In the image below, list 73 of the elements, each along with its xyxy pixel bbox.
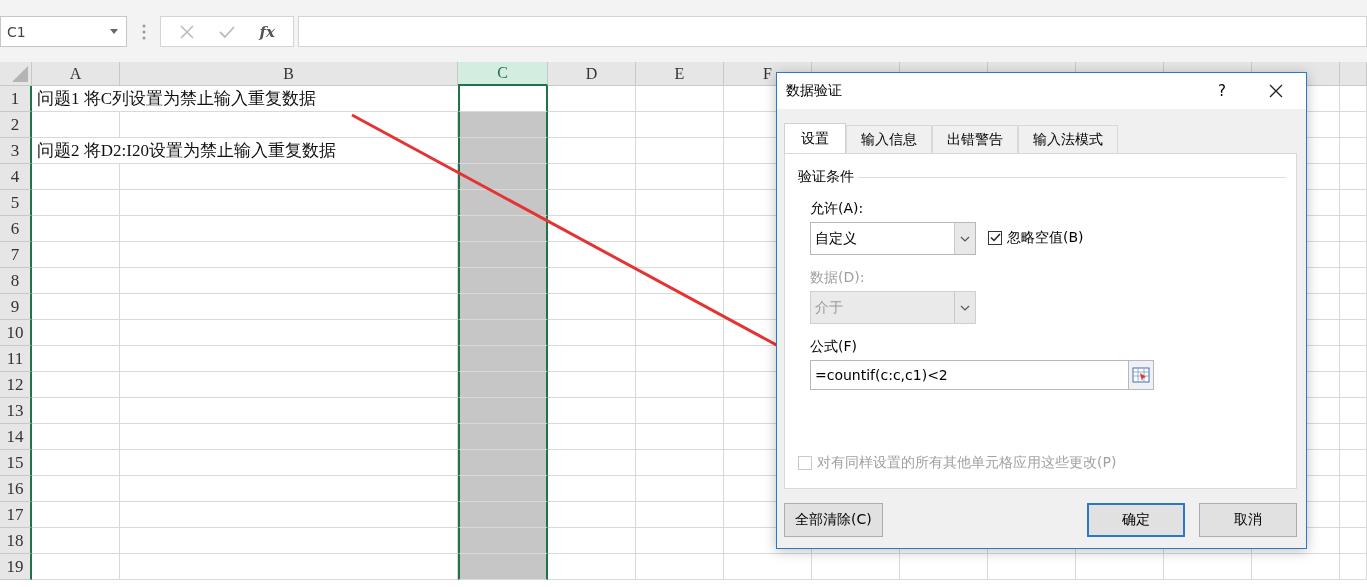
grip-icon <box>142 24 146 40</box>
range-picker-icon[interactable] <box>1132 366 1150 384</box>
row-header[interactable]: 9 <box>0 294 32 320</box>
dropdown[interactable]: 自定义 <box>810 222 976 255</box>
cell[interactable] <box>458 112 548 138</box>
select-all-icon[interactable] <box>12 66 28 82</box>
cell[interactable] <box>458 190 548 216</box>
tab[interactable]: 出错警告 <box>932 125 1018 153</box>
close-icon[interactable] <box>1269 84 1283 98</box>
row-header[interactable]: 11 <box>0 346 32 372</box>
help-button[interactable]: ? <box>1202 81 1242 101</box>
column-header[interactable]: E <box>636 62 724 86</box>
field-label: 允许(A): <box>810 200 865 218</box>
cell[interactable] <box>458 502 548 528</box>
column-header[interactable]: A <box>32 62 120 86</box>
row-header[interactable]: 3 <box>0 138 32 164</box>
row-header[interactable]: 4 <box>0 164 32 190</box>
cell[interactable] <box>458 424 548 450</box>
name-box[interactable]: C1 <box>0 16 127 47</box>
cell[interactable] <box>458 86 548 112</box>
dialog-button[interactable]: 确定 <box>1087 503 1185 537</box>
caret-icon <box>110 29 118 34</box>
section-title: 验证条件 <box>798 168 854 186</box>
row-header[interactable]: 15 <box>0 450 32 476</box>
cell[interactable] <box>458 242 548 268</box>
cell[interactable] <box>458 164 548 190</box>
tab[interactable]: 设置 <box>784 123 846 154</box>
insert-function-button[interactable]: fx <box>259 22 275 41</box>
row-header[interactable]: 12 <box>0 372 32 398</box>
formula-field[interactable]: =countif(c:c,c1)<2 <box>810 360 1128 390</box>
cell[interactable] <box>458 268 548 294</box>
cancel-icon[interactable] <box>179 23 196 40</box>
row-header[interactable]: 1 <box>0 86 32 112</box>
row-header[interactable]: 2 <box>0 112 32 138</box>
cell[interactable] <box>458 346 548 372</box>
row-header[interactable]: 16 <box>0 476 32 502</box>
dialog-button[interactable]: 取消 <box>1199 503 1297 537</box>
column-header[interactable]: C <box>458 62 548 86</box>
row-header[interactable]: 10 <box>0 320 32 346</box>
row-header[interactable]: 19 <box>0 554 32 580</box>
tab[interactable]: 输入法模式 <box>1018 125 1118 153</box>
cell[interactable] <box>458 294 548 320</box>
row-header[interactable]: 14 <box>0 424 32 450</box>
chevron-icon <box>960 304 970 311</box>
cell-text: 问题1 将C列设置为禁止输入重复数据 <box>32 86 458 112</box>
cell[interactable] <box>458 372 548 398</box>
check-icon <box>989 233 1001 242</box>
cell[interactable] <box>458 450 548 476</box>
cell[interactable] <box>458 476 548 502</box>
cell-text: 问题2 将D2:I20设置为禁止输入重复数据 <box>32 138 458 164</box>
row-header[interactable]: 5 <box>0 190 32 216</box>
formula-bar[interactable] <box>298 16 1367 47</box>
row-header[interactable]: 13 <box>0 398 32 424</box>
tab[interactable]: 输入信息 <box>846 125 932 153</box>
row-header[interactable]: 6 <box>0 216 32 242</box>
row-header[interactable]: 18 <box>0 528 32 554</box>
checkbox[interactable]: 忽略空值(B) <box>988 228 1084 247</box>
cell[interactable] <box>458 138 548 164</box>
chevron-icon <box>960 235 970 242</box>
field-label: 数据(D): <box>810 269 866 287</box>
cell[interactable] <box>458 398 548 424</box>
row-header[interactable]: 7 <box>0 242 32 268</box>
row-header[interactable]: 17 <box>0 502 32 528</box>
cell[interactable] <box>458 216 548 242</box>
column-header[interactable] <box>1340 62 1367 86</box>
column-header[interactable]: D <box>548 62 636 86</box>
field-label: 公式(F) <box>810 338 858 356</box>
cell[interactable] <box>458 320 548 346</box>
cell[interactable] <box>458 554 548 580</box>
column-header[interactable]: B <box>120 62 458 86</box>
dialog-button[interactable]: 全部清除(C) <box>784 503 883 537</box>
cell[interactable] <box>458 528 548 554</box>
row-header[interactable]: 8 <box>0 268 32 294</box>
